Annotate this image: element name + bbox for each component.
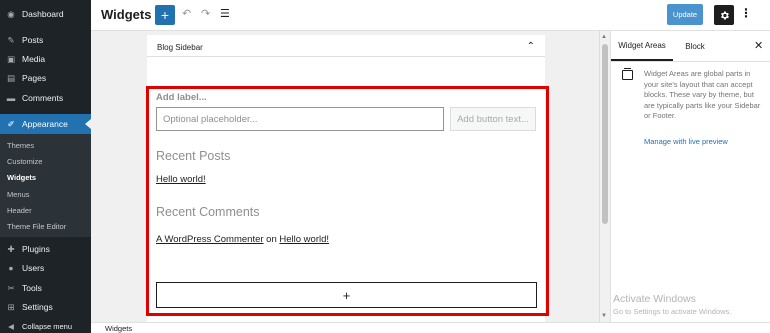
sidebar-item-appearance[interactable]: ✐ Appearance: [0, 114, 91, 134]
sidebar-item-users[interactable]: ● Users: [0, 258, 91, 278]
submenu-item-header[interactable]: Header: [7, 206, 32, 215]
collapse-icon: ◀: [8, 321, 14, 331]
comment-item: A WordPress Commenter on Hello world!: [156, 234, 329, 245]
sidebar-item-label: Tools: [22, 283, 42, 293]
tab-block[interactable]: Block: [675, 31, 715, 61]
sidebar-item-label: Settings: [22, 302, 53, 312]
add-block-button[interactable]: +: [156, 282, 537, 308]
admin-sidebar: ◉ Dashboard ✎ Posts ▣ Media ▤ Pages ▬ Co…: [0, 0, 91, 333]
sidebar-item-dashboard[interactable]: ◉ Dashboard: [0, 4, 91, 24]
widget-area-title[interactable]: Blog Sidebar: [157, 43, 203, 52]
sidebar-item-label: Pages: [22, 73, 47, 83]
add-block-toggle-button[interactable]: +: [155, 5, 175, 25]
comments-icon: ▬: [6, 93, 16, 103]
settings-button[interactable]: [714, 5, 734, 25]
settings-panel: Widget Areas Block ✕ Widget Areas are gl…: [610, 31, 770, 322]
tools-icon: ✂: [7, 282, 15, 293]
widget-area-blog-sidebar: Blog Sidebar ⌃: [147, 35, 545, 322]
manage-live-preview-link[interactable]: Manage with live preview: [644, 137, 728, 146]
media-icon: ▣: [6, 53, 16, 64]
plugins-icon: ✚: [7, 243, 15, 254]
users-icon: ●: [8, 263, 14, 273]
sidebar-item-label: Users: [22, 263, 45, 273]
sidebar-item-label: Dashboard: [22, 9, 64, 19]
submenu-item-customize[interactable]: Customize: [7, 157, 42, 166]
page-title: Widgets: [101, 7, 152, 22]
sidebar-item-label: Media: [22, 54, 46, 64]
widget-area-icon: [622, 68, 633, 80]
appearance-submenu: Themes Customize Widgets Menus Header Th…: [0, 134, 91, 237]
divider: [147, 56, 545, 57]
more-options-icon[interactable]: ⋮: [740, 6, 752, 20]
sidebar-item-media[interactable]: ▣ Media: [0, 49, 91, 69]
scrollbar-thumb[interactable]: [602, 44, 608, 224]
pages-icon: ▤: [6, 72, 16, 83]
pin-icon: ✎: [7, 34, 15, 45]
post-link[interactable]: Hello world!: [156, 174, 206, 185]
gear-icon: [720, 10, 729, 20]
recent-posts-heading: Recent Posts: [156, 149, 231, 163]
widget-areas-description: Widget Areas are global parts in your si…: [644, 69, 761, 120]
submenu-item-theme-file-editor[interactable]: Theme File Editor: [7, 222, 66, 231]
submenu-item-widgets[interactable]: Widgets: [7, 173, 36, 182]
undo-icon[interactable]: ↶: [182, 7, 191, 20]
sidebar-item-pages[interactable]: ▤ Pages: [0, 68, 91, 88]
appearance-icon: ✐: [7, 118, 15, 129]
comment-post-link[interactable]: Hello world!: [279, 234, 329, 245]
watermark-subtitle: Go to Settings to activate Windows.: [613, 307, 732, 316]
dashboard-icon: ◉: [7, 8, 15, 19]
close-icon[interactable]: ✕: [754, 39, 763, 52]
recent-comments-heading: Recent Comments: [156, 205, 260, 219]
scroll-down-arrow-icon[interactable]: ▼: [601, 313, 607, 319]
divider: [611, 61, 770, 62]
collapse-menu-button[interactable]: ◀ Collapse menu: [0, 316, 91, 333]
sidebar-item-label: Plugins: [22, 244, 50, 254]
plus-icon: +: [160, 7, 170, 23]
collapse-menu-label: Collapse menu: [22, 321, 73, 331]
editor-footer: Widgets: [91, 322, 770, 333]
sidebar-item-plugins[interactable]: ✚ Plugins: [0, 239, 91, 259]
chevron-up-icon[interactable]: ⌃: [527, 41, 535, 52]
activate-windows-watermark: Activate Windows Go to Settings to activ…: [613, 293, 731, 316]
comment-on-text: on: [263, 234, 280, 245]
sidebar-item-comments[interactable]: ▬ Comments: [0, 88, 91, 108]
redo-icon[interactable]: ↷: [201, 7, 210, 20]
tab-widget-areas[interactable]: Widget Areas: [611, 31, 673, 61]
search-placeholder-input[interactable]: Optional placeholder...: [156, 107, 444, 131]
settings-icon: ⊞: [7, 301, 15, 312]
update-button[interactable]: Update: [667, 4, 703, 25]
sidebar-item-posts[interactable]: ✎ Posts: [0, 30, 91, 50]
sidebar-item-label: Posts: [22, 35, 44, 45]
sidebar-item-label: Comments: [22, 93, 64, 103]
sidebar-item-label: Appearance: [22, 119, 68, 129]
watermark-title: Activate Windows: [613, 293, 696, 305]
search-label-field[interactable]: Add label...: [156, 92, 207, 103]
breadcrumb[interactable]: Widgets: [105, 324, 132, 333]
editor-header: Widgets + ↶ ↷ ☰ Update ⋮: [91, 0, 770, 31]
sidebar-item-tools[interactable]: ✂ Tools: [0, 278, 91, 298]
sidebar-item-settings[interactable]: ⊞ Settings: [0, 297, 91, 317]
submenu-item-themes[interactable]: Themes: [7, 141, 34, 150]
plus-icon: +: [342, 287, 351, 303]
search-button-text-field[interactable]: Add button text...: [450, 107, 536, 131]
comment-author-link[interactable]: A WordPress Commenter: [156, 234, 264, 245]
submenu-item-menus[interactable]: Menus: [7, 190, 30, 199]
list-view-icon[interactable]: ☰: [220, 7, 230, 20]
scroll-up-arrow-icon[interactable]: ▲: [601, 34, 607, 40]
